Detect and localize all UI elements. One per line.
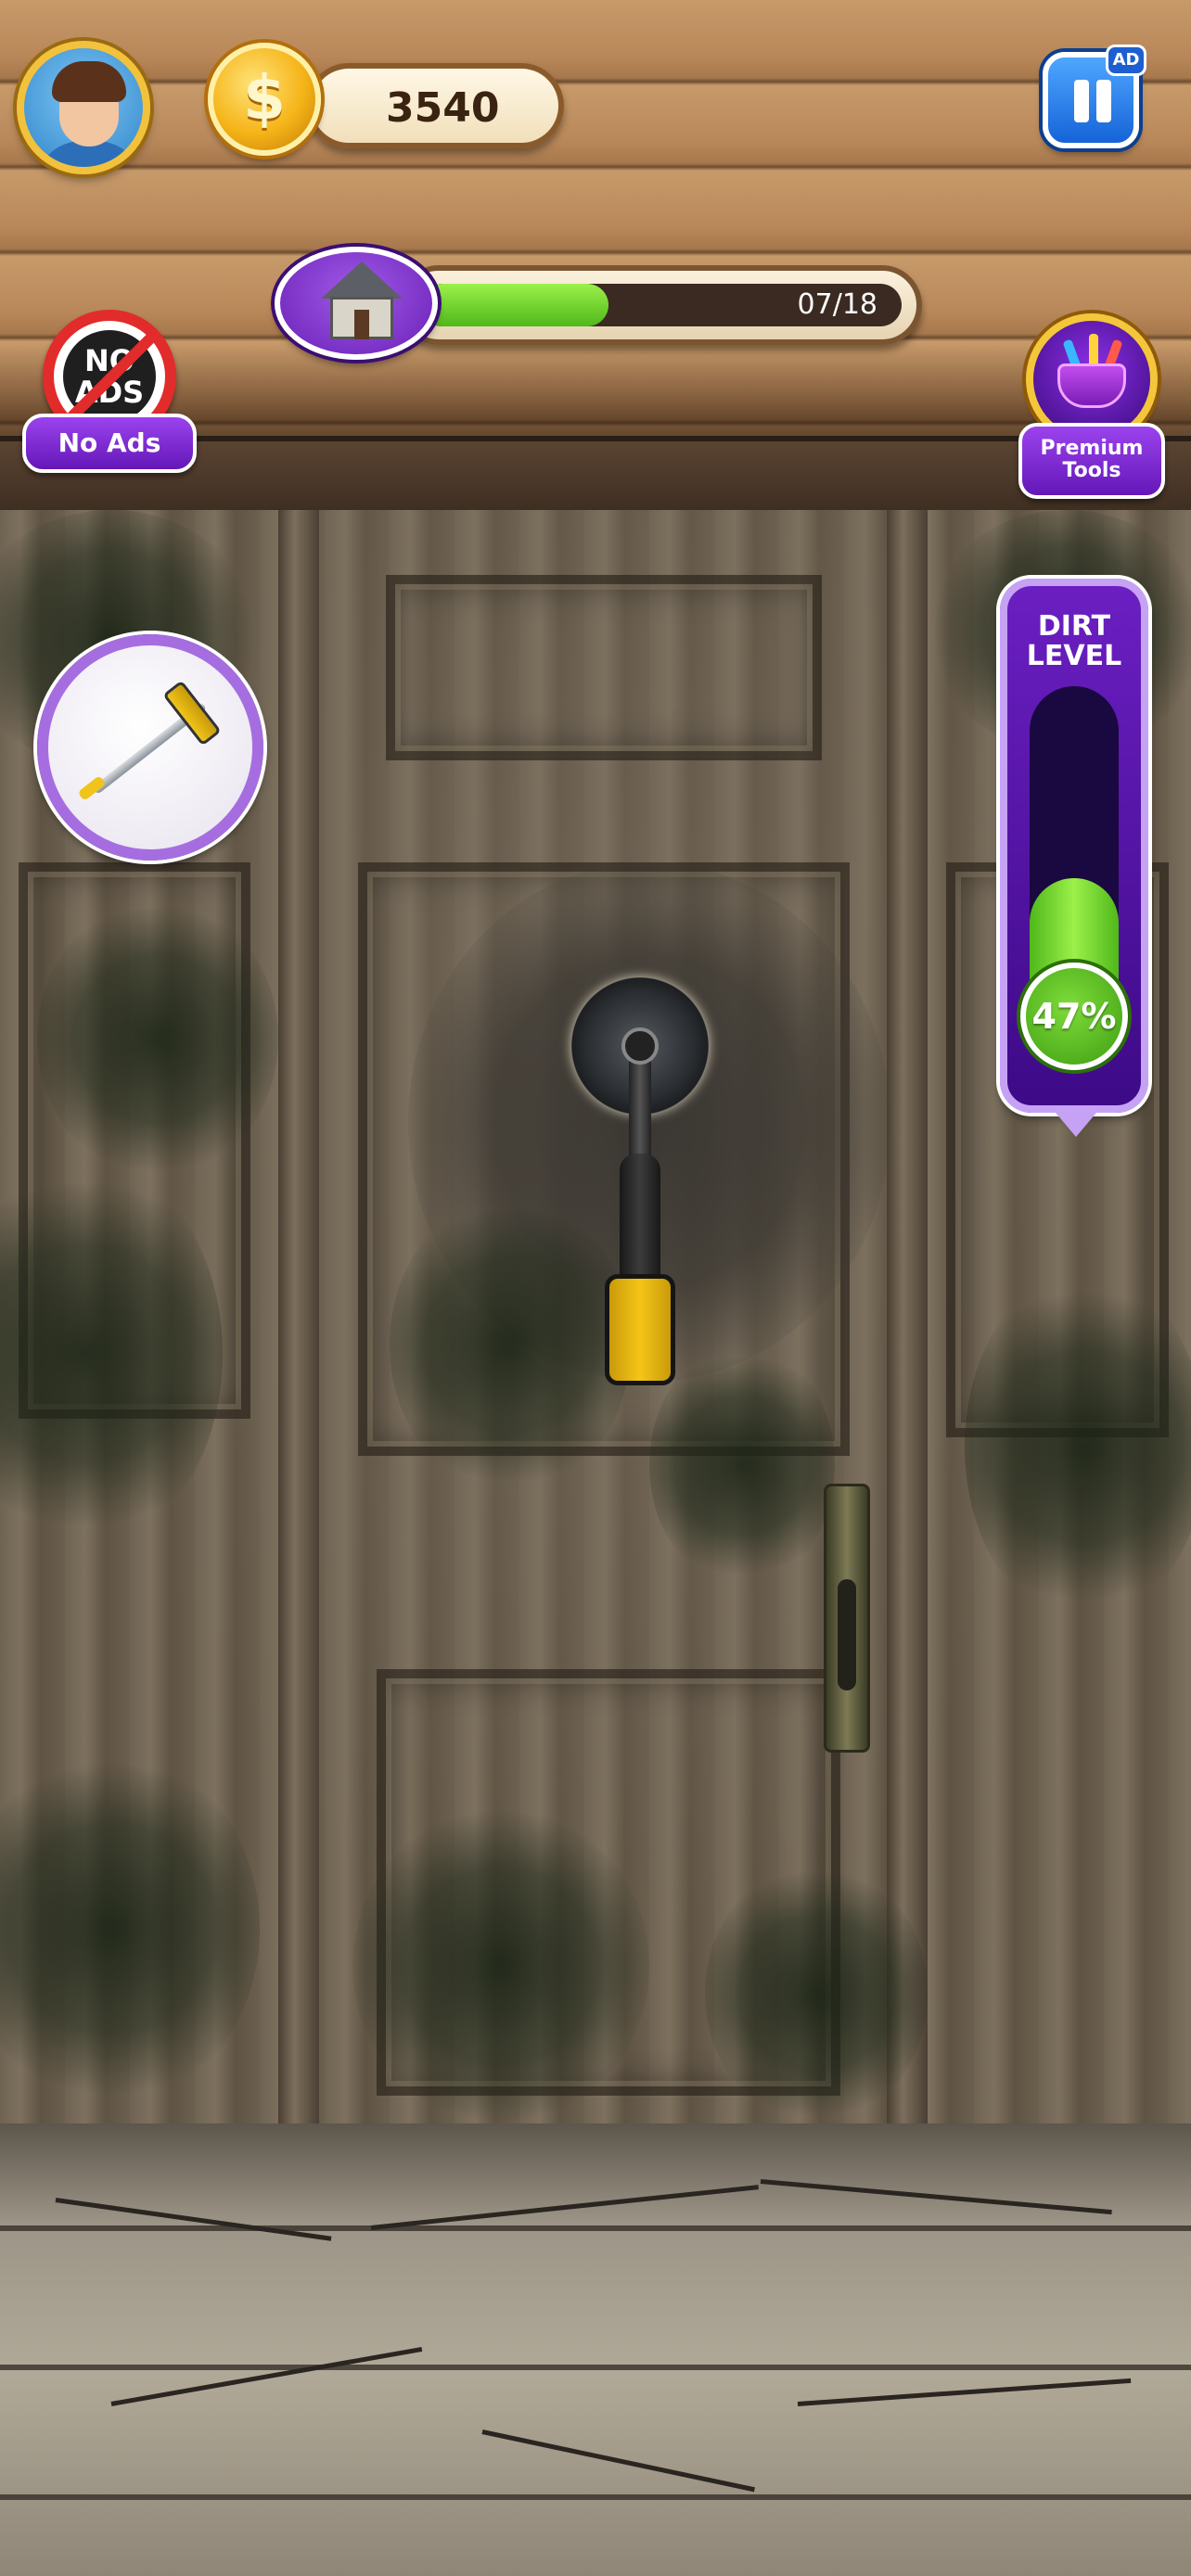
level-progress-label: 07/18 [797, 288, 877, 321]
pause-icon [1096, 80, 1111, 122]
level-progress-fill [421, 284, 608, 326]
door-top-panel [386, 575, 822, 760]
coin-balance: 3540 [306, 63, 564, 148]
scrubber-battery [605, 1274, 675, 1385]
ad-badge: AD [1106, 45, 1146, 76]
cracked-stone-floor [0, 2123, 1191, 2576]
premium-tools-label: Premium Tools [1018, 423, 1165, 499]
house-icon [275, 247, 438, 360]
door-handle [824, 1484, 870, 1753]
scrubber-body [620, 1154, 660, 1293]
dirt-level-percent: 47% [1020, 963, 1128, 1070]
mold-patch [37, 899, 278, 1178]
level-progress-track: 07/18 [421, 284, 902, 326]
no-ads-label: No Ads [22, 414, 197, 473]
floor-crack [55, 2198, 332, 2241]
floor-crack [110, 2346, 423, 2406]
floor-seam [0, 2494, 1191, 2500]
floor-seam [0, 2225, 1191, 2231]
premium-tools-button[interactable]: Premium Tools [1013, 313, 1171, 499]
avatar-hair [52, 61, 126, 102]
floor-crack [370, 2185, 759, 2230]
scrubber-shaft [629, 1052, 651, 1163]
floor-crack [481, 2429, 755, 2493]
door-frame-right [887, 510, 928, 2123]
dirt-level-title: DIRT LEVEL [1026, 610, 1122, 672]
level-progress-bar: 07/18 [399, 265, 922, 345]
scrubber-hub [621, 1027, 659, 1065]
no-ads-button[interactable]: NO ADS No Ads [22, 310, 197, 486]
floor-seam [0, 2365, 1191, 2370]
power-scrubber-icon[interactable] [568, 977, 712, 1395]
mold-patch [965, 1270, 1191, 1623]
mold-patch [0, 1753, 260, 2105]
tool-selector-button[interactable] [37, 634, 263, 861]
coin-amount: 3540 [386, 84, 500, 132]
dirt-level-meter: DIRT LEVEL 47% [1000, 579, 1148, 1137]
house-roof [321, 261, 403, 299]
mold-patch [705, 1864, 928, 2123]
pause-icon [1074, 80, 1089, 122]
house-door [354, 310, 369, 339]
player-avatar[interactable] [17, 41, 150, 174]
floor-crack [760, 2179, 1112, 2215]
bag-icon [1057, 363, 1126, 408]
mold-patch [352, 1808, 649, 2123]
floor-crack [797, 2378, 1132, 2406]
coin-icon: $ [208, 43, 321, 156]
door-frame-left [278, 510, 319, 2123]
